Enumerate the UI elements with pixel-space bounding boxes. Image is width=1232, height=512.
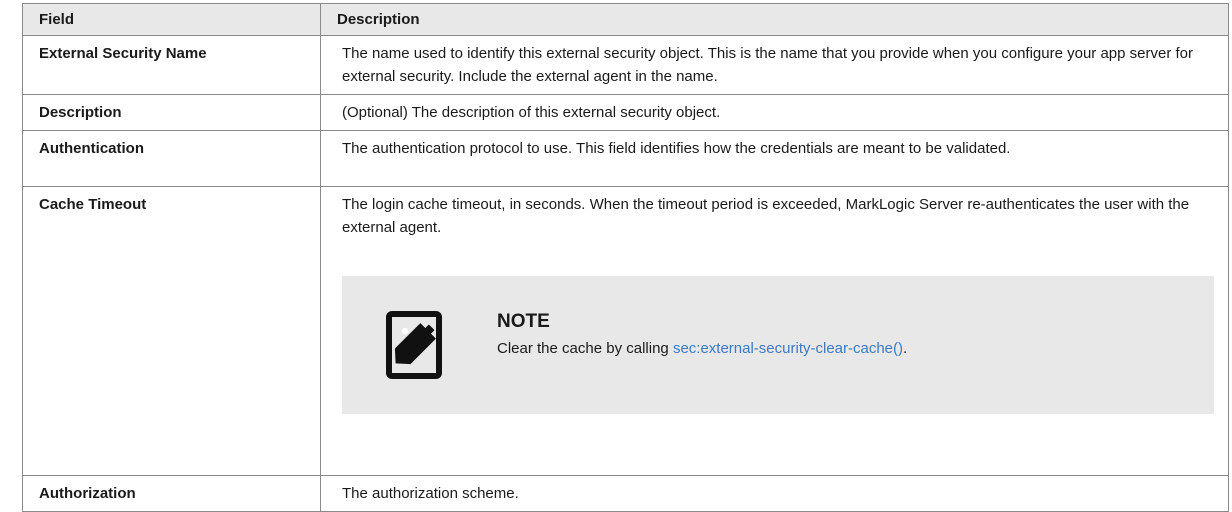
note-text: Clear the cache by calling sec:external-… (497, 340, 908, 357)
note-callout: NOTE Clear the cache by calling sec:exte… (342, 276, 1214, 414)
field-description: The authorization scheme. (320, 475, 1229, 512)
table-row: External Security Name The name used to … (22, 35, 1229, 95)
field-name: Description (22, 94, 321, 131)
header-field: Field (22, 3, 321, 36)
field-description: The authentication protocol to use. This… (320, 130, 1229, 187)
cache-timeout-description: The login cache timeout, in seconds. Whe… (342, 196, 1190, 236)
field-name: Authentication (22, 130, 321, 187)
fields-table: Field Description External Security Name… (22, 3, 1229, 512)
table-row: Description (Optional) The description o… (22, 94, 1229, 131)
note-title: NOTE (497, 311, 550, 332)
field-description: The name used to identify this external … (320, 35, 1229, 95)
header-description: Description (320, 3, 1229, 36)
field-description: The login cache timeout, in seconds. Whe… (320, 186, 1229, 476)
table-row: Authorization The authorization scheme. (22, 475, 1229, 512)
field-description: (Optional) The description of this exter… (320, 94, 1229, 131)
table-row: Cache Timeout The login cache timeout, i… (22, 186, 1229, 476)
clear-cache-link[interactable]: sec:external-security-clear-cache() (673, 340, 903, 357)
table-row: Authentication The authentication protoc… (22, 130, 1229, 187)
field-name: Cache Timeout (22, 186, 321, 476)
table-header-row: Field Description (22, 3, 1229, 36)
field-name: Authorization (22, 475, 321, 512)
field-name: External Security Name (22, 35, 321, 95)
note-icon (386, 311, 442, 379)
